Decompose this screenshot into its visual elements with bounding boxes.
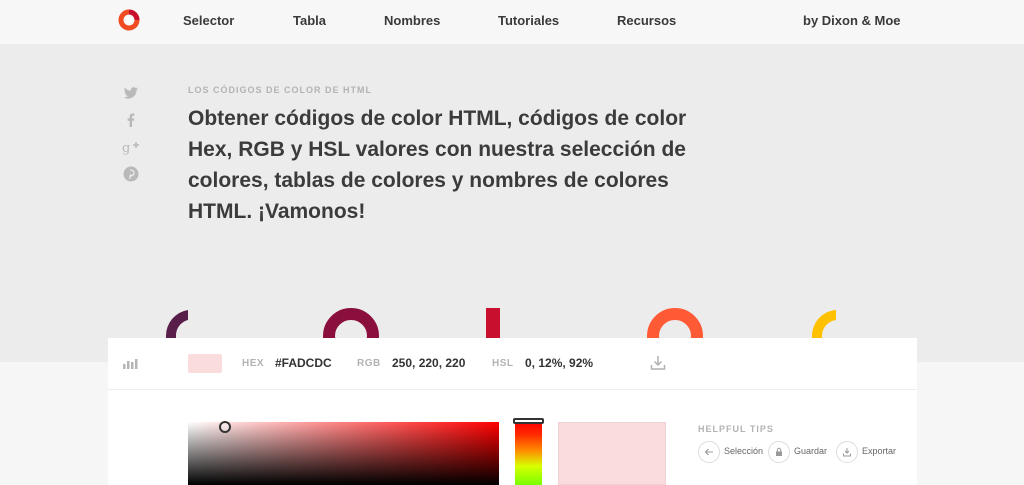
pinterest-icon[interactable] [122,165,140,183]
hue-slider-handle[interactable] [513,418,544,424]
saturation-lightness-area[interactable] [188,422,499,485]
download-icon [836,441,858,463]
color-preview [558,422,666,485]
nav-item-tabla[interactable]: Tabla [293,13,326,28]
svg-text:g: g [122,141,130,156]
logo-icon[interactable] [118,9,140,31]
helpful-tips-title: HELPFUL TIPS [698,424,774,434]
top-navigation: Selector Tabla Nombres Tutoriales Recurs… [0,0,1024,44]
arrow-left-icon [698,441,720,463]
color-picker-cursor[interactable] [219,421,231,433]
rgb-value[interactable]: 250, 220, 220 [392,356,465,370]
hero-headline: Obtener códigos de color HTML, códigos d… [188,107,687,223]
tip-seleccion: Selección [698,441,764,463]
twitter-icon[interactable] [122,84,140,102]
tip-exportar: Exportar [836,441,906,463]
tip-label: Selección [724,446,764,456]
color-picker-card: HEX #FADCDC RGB 250, 220, 220 HSL 0, 12%… [108,338,917,485]
nav-item-recursos[interactable]: Recursos [617,13,676,28]
rgb-label: RGB [357,358,381,369]
hsl-label: HSL [492,358,514,369]
nav-item-tutoriales[interactable]: Tutoriales [498,13,559,28]
nav-credit-link[interactable]: by Dixon & Moe [803,13,901,28]
nav-item-nombres[interactable]: Nombres [384,13,440,28]
color-values-bar: HEX #FADCDC RGB 250, 220, 220 HSL 0, 12%… [108,338,917,390]
google-plus-icon[interactable]: g [122,138,140,156]
tip-guardar: Guardar [768,441,834,463]
hex-label: HEX [242,358,265,369]
tip-label: Guardar [794,446,828,456]
tip-label: Exportar [862,446,897,456]
hsl-value[interactable]: 0, 12%, 92% [525,356,593,370]
current-color-swatch [188,354,222,373]
hero-eyebrow: LOS CÓDIGOS DE COLOR DE HTML [188,85,373,95]
lock-icon [768,441,790,463]
bar-chart-icon[interactable] [123,357,141,369]
nav-item-selector[interactable]: Selector [183,13,234,28]
hue-slider[interactable] [515,422,542,485]
download-icon[interactable] [649,354,667,372]
facebook-icon[interactable] [122,111,140,129]
hero-section: g LOS CÓDIGOS DE COLOR DE HTML Obtener c… [0,44,1024,362]
hex-value[interactable]: #FADCDC [275,356,332,370]
